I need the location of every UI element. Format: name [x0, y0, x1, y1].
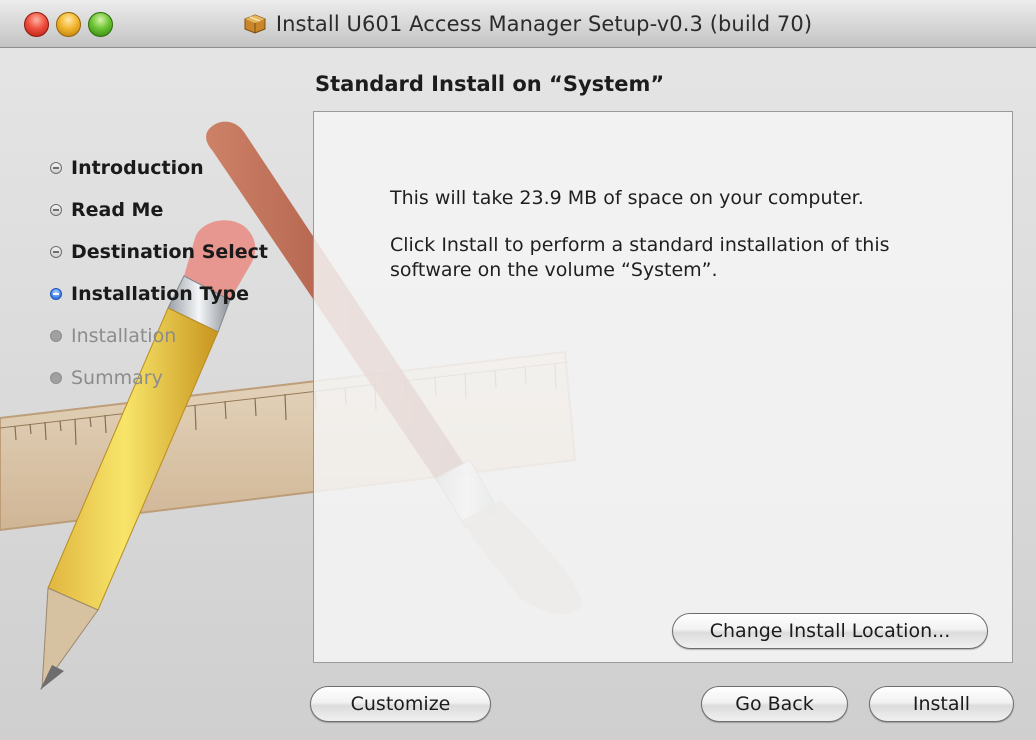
- step-completed-icon: [50, 246, 62, 258]
- install-summary-text: This will take 23.9 MB of space on your …: [390, 186, 990, 305]
- step-label: Introduction: [71, 157, 204, 179]
- page-title: Standard Install on “System”: [315, 72, 665, 96]
- step-completed-icon: [50, 204, 62, 216]
- step-label: Read Me: [71, 199, 164, 221]
- step-label: Destination Select: [71, 241, 269, 263]
- step-pending-icon: [50, 372, 62, 384]
- installer-window: Install U601 Access Manager Setup-v0.3 (…: [0, 0, 1036, 740]
- step-destination-select: Destination Select: [50, 231, 268, 273]
- content-panel: This will take 23.9 MB of space on your …: [313, 111, 1013, 663]
- step-summary: Summary: [50, 357, 268, 399]
- step-label: Installation Type: [71, 283, 250, 305]
- step-introduction: Introduction: [50, 147, 268, 189]
- install-button[interactable]: Install: [869, 686, 1014, 722]
- customize-button[interactable]: Customize: [310, 686, 491, 722]
- window-title-group: Install U601 Access Manager Setup-v0.3 (…: [0, 0, 1036, 48]
- step-installation-type: Installation Type: [50, 273, 268, 315]
- installer-steps-list: Introduction Read Me Destination Select …: [50, 147, 268, 399]
- go-back-button[interactable]: Go Back: [701, 686, 848, 722]
- step-installation: Installation: [50, 315, 268, 357]
- change-install-location-button[interactable]: Change Install Location...: [672, 613, 988, 649]
- space-requirement-text: This will take 23.9 MB of space on your …: [390, 187, 864, 209]
- step-read-me: Read Me: [50, 189, 268, 231]
- title-bar: Install U601 Access Manager Setup-v0.3 (…: [0, 0, 1036, 48]
- install-instruction-text: Click Install to perform a standard inst…: [390, 234, 890, 281]
- step-current-icon: [50, 288, 62, 300]
- step-label: Summary: [71, 367, 163, 389]
- step-pending-icon: [50, 330, 62, 342]
- package-icon: [244, 14, 266, 34]
- step-label: Installation: [71, 325, 177, 347]
- window-title: Install U601 Access Manager Setup-v0.3 (…: [275, 12, 813, 36]
- step-completed-icon: [50, 162, 62, 174]
